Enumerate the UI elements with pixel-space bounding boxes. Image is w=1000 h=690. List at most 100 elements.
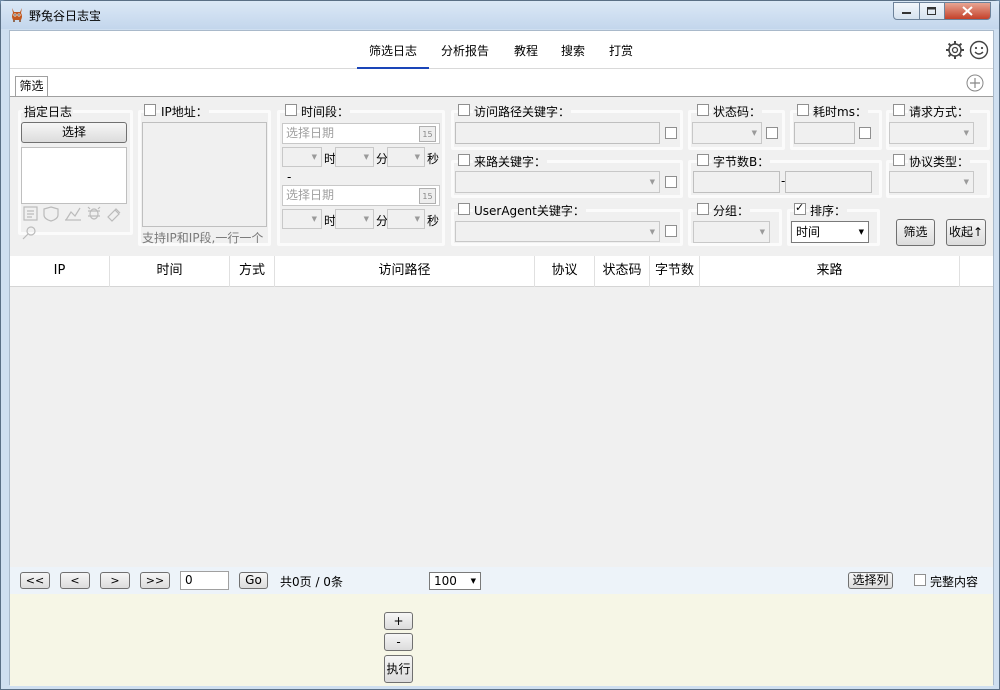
collapse-button[interactable]: 收起↑	[946, 219, 986, 246]
tab-search[interactable]: 搜索	[561, 42, 585, 59]
log-table: IP 时间 方式 访问路径 协议 状态码 字节数 来路	[10, 256, 993, 567]
first-page-button[interactable]: <<	[20, 572, 50, 589]
select-columns-button[interactable]: 选择列	[848, 572, 893, 589]
group-dropdown[interactable]	[693, 221, 770, 243]
link-icon	[107, 208, 121, 222]
smile-icon[interactable]	[969, 40, 989, 60]
plus-button[interactable]: +	[384, 612, 413, 630]
ip-label: IP地址：	[160, 103, 209, 120]
col-ip[interactable]: IP	[10, 256, 110, 287]
last-page-button[interactable]: >>	[140, 572, 170, 589]
elapsed-negate-checkbox[interactable]	[859, 127, 871, 139]
start-hour-dropdown[interactable]	[282, 147, 322, 167]
referer-checkbox[interactable]	[458, 154, 470, 166]
group-checkbox[interactable]	[697, 203, 709, 215]
next-page-button[interactable]: >	[100, 572, 130, 589]
page-number-input[interactable]: 0	[180, 571, 229, 590]
elapsed-input[interactable]	[794, 122, 855, 144]
protocol-dropdown[interactable]	[889, 171, 974, 193]
ip-textarea[interactable]	[142, 122, 267, 227]
method-dropdown[interactable]	[889, 122, 974, 144]
log-label: 指定日志	[23, 103, 74, 120]
end-date-field[interactable]: 选择日期 15	[282, 185, 440, 206]
col-protocol[interactable]: 协议	[535, 256, 595, 287]
full-content-checkbox[interactable]	[914, 574, 926, 586]
path-checkbox[interactable]	[458, 104, 470, 116]
sort-dropdown[interactable]: 时间	[791, 221, 869, 243]
select-log-button[interactable]: 选择	[21, 122, 127, 143]
filter-button[interactable]: 筛选	[896, 219, 935, 246]
col-bytes[interactable]: 字节数	[650, 256, 700, 287]
path-regex-checkbox[interactable]	[665, 127, 677, 139]
tab-tip[interactable]: 打赏	[609, 42, 633, 59]
end-date-placeholder: 选择日期	[286, 188, 335, 202]
end-second-dropdown[interactable]	[387, 209, 425, 229]
tab-filter-log[interactable]: 筛选日志	[356, 42, 430, 69]
gear-icon[interactable]	[945, 40, 965, 60]
referer-dropdown[interactable]	[455, 171, 660, 193]
app-window: 野兔谷日志宝 筛选日志 分析报告 教程 搜索 打赏 筛选 指定日志 选择 IP地…	[0, 0, 1000, 690]
bytes-label: 字节数B：	[712, 153, 771, 170]
ip-hint: 支持IP和IP段,一行一个	[142, 231, 264, 245]
search-icon	[26, 226, 36, 236]
referer-regex-checkbox[interactable]	[665, 176, 677, 188]
group-label: 分组：	[712, 202, 751, 219]
close-icon	[962, 6, 973, 16]
page-summary: 共0页 / 0条	[280, 575, 343, 589]
col-time[interactable]: 时间	[110, 256, 230, 287]
execute-button[interactable]: 执行	[384, 655, 413, 683]
second-label: 秒	[426, 150, 441, 167]
main-nav: 筛选日志 分析报告 教程 搜索 打赏	[10, 31, 993, 69]
col-method[interactable]: 方式	[230, 256, 275, 287]
bytes-min-input[interactable]	[693, 171, 780, 193]
bytes-checkbox[interactable]	[697, 154, 709, 166]
maximize-button[interactable]	[919, 2, 945, 20]
start-date-field[interactable]: 选择日期 15	[282, 123, 440, 144]
prev-page-button[interactable]: <	[60, 572, 90, 589]
tab-analysis-report[interactable]: 分析报告	[441, 42, 489, 59]
path-input[interactable]	[455, 122, 660, 144]
maximize-icon	[927, 6, 936, 15]
ua-regex-checkbox[interactable]	[665, 225, 677, 237]
sort-label: 排序：	[809, 202, 848, 219]
tab-tutorial[interactable]: 教程	[514, 42, 538, 59]
end-minute-dropdown[interactable]	[335, 209, 374, 229]
elapsed-checkbox[interactable]	[797, 104, 809, 116]
elapsed-label: 耗时ms：	[812, 103, 868, 120]
start-second-dropdown[interactable]	[387, 147, 425, 167]
tab-filter[interactable]: 筛选	[15, 76, 48, 97]
go-button[interactable]: Go	[239, 572, 268, 589]
time-label: 时间段：	[300, 103, 351, 120]
close-button[interactable]	[944, 2, 991, 20]
method-checkbox[interactable]	[893, 104, 905, 116]
bytes-max-input[interactable]	[785, 171, 872, 193]
minimize-button[interactable]	[893, 2, 920, 20]
sort-checkbox[interactable]	[794, 201, 806, 215]
end-hour-dropdown[interactable]	[282, 209, 322, 229]
referer-label: 来路关键字：	[473, 153, 548, 170]
ip-checkbox[interactable]	[144, 104, 156, 116]
start-minute-dropdown[interactable]	[335, 147, 374, 167]
log-toolbar-icons	[22, 206, 121, 240]
pager-bar: << < > >> 0 Go 共0页 / 0条 100 选择列 完整内容	[10, 567, 993, 594]
protocol-checkbox[interactable]	[893, 154, 905, 166]
time-checkbox[interactable]	[285, 104, 297, 116]
calendar-icon[interactable]: 15	[419, 126, 436, 142]
status-dropdown[interactable]	[692, 122, 762, 144]
title-bar: 野兔谷日志宝	[1, 1, 999, 29]
log-list[interactable]	[21, 147, 127, 204]
ua-dropdown[interactable]	[455, 221, 660, 242]
col-path[interactable]: 访问路径	[275, 256, 535, 287]
status-checkbox[interactable]	[697, 104, 709, 116]
sql-area[interactable]: + - 执行	[10, 594, 993, 686]
calendar-icon[interactable]: 15	[419, 188, 436, 204]
page-size-dropdown[interactable]: 100	[429, 572, 481, 590]
app-logo-icon	[12, 8, 22, 22]
filter-panel: 指定日志 选择 IP地址： 支持IP和IP段,一行一个 时间段： 选择日期 15…	[10, 96, 993, 256]
status-negate-checkbox[interactable]	[766, 127, 778, 139]
minus-button[interactable]: -	[384, 633, 413, 651]
add-tab-icon[interactable]	[966, 74, 984, 92]
ua-checkbox[interactable]	[458, 203, 470, 215]
col-referer[interactable]: 来路	[700, 256, 960, 287]
col-status[interactable]: 状态码	[595, 256, 650, 287]
